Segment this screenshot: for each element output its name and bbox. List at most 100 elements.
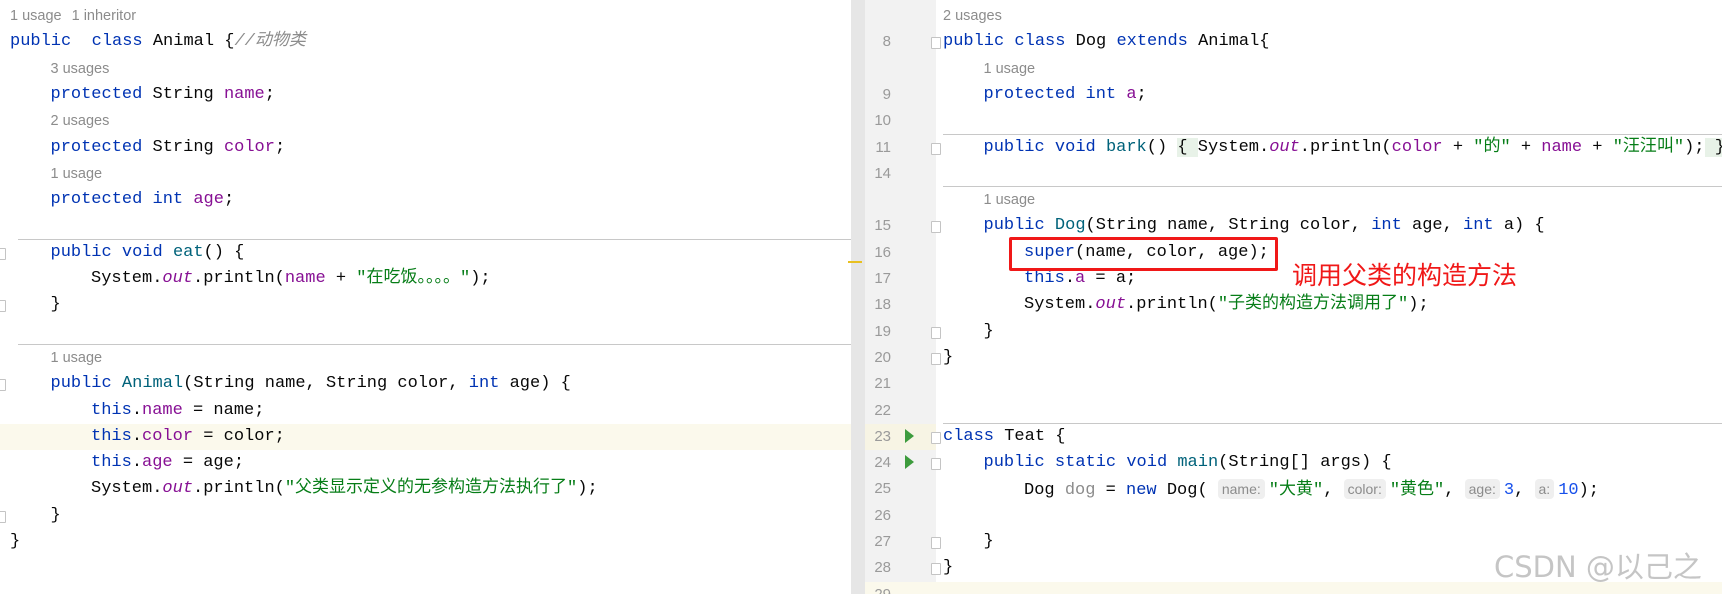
fold-marker-icon[interactable]: [0, 379, 6, 392]
usage-link[interactable]: 1 usage: [10, 8, 62, 24]
code-text[interactable]: }: [51, 292, 61, 318]
pane-splitter[interactable]: [851, 0, 865, 594]
usage-hints[interactable]: 2 usages: [51, 108, 110, 134]
editor-pane-dog[interactable]: 2 usages public class Dog extends Animal{…: [865, 0, 1722, 594]
code-text[interactable]: protected int age;: [51, 187, 235, 213]
code-token: String: [142, 137, 224, 157]
code-line[interactable]: public Animal(String name, String color,…: [0, 371, 851, 397]
usage-hints[interactable]: 2 usages: [943, 3, 1002, 29]
code-line[interactable]: protected String color;: [0, 135, 851, 161]
code-line[interactable]: }: [0, 503, 851, 529]
code-line[interactable]: this.color = color;: [0, 423, 851, 450]
usage-link[interactable]: 1 usage: [984, 61, 1036, 77]
code-text[interactable]: Dog dog = new Dog( name: "大黄", color: "黄色"…: [1024, 476, 1599, 504]
usage-link[interactable]: 1 usage: [51, 350, 103, 366]
code-line[interactable]: [0, 319, 851, 345]
code-text[interactable]: public Dog(String name, String color, in…: [984, 213, 1545, 239]
code-text[interactable]: System.out.println("父类显示定义的无参构造方法执行了");: [91, 476, 598, 502]
fold-marker-icon[interactable]: [931, 458, 941, 471]
code-line[interactable]: protected String name;: [0, 82, 851, 108]
run-icon[interactable]: [905, 428, 914, 443]
code-text[interactable]: protected int a;: [984, 82, 1147, 108]
usage-hints[interactable]: 1 usage: [51, 161, 103, 187]
code-line[interactable]: public Dog(String name, String color, in…: [865, 213, 1722, 239]
code-text[interactable]: public void bark() { System.out.println(…: [984, 135, 1722, 161]
code-text[interactable]: public static void main(String[] args) {: [984, 450, 1392, 476]
run-icon[interactable]: [905, 455, 914, 470]
code-line[interactable]: }: [865, 345, 1722, 371]
code-line[interactable]: System.out.println("父类显示定义的无参构造方法执行了");: [0, 476, 851, 502]
code-token: age,: [1401, 216, 1464, 236]
code-text[interactable]: }: [10, 529, 20, 555]
code-line[interactable]: [865, 503, 1722, 529]
line-number: 8: [882, 33, 891, 51]
code-text[interactable]: class Teat {: [943, 424, 1065, 450]
code-line[interactable]: public void bark() { System.out.println(…: [865, 135, 1722, 161]
fold-marker-icon[interactable]: [0, 300, 6, 313]
code-line[interactable]: Dog dog = new Dog( name: "大黄", color: "黄色"…: [865, 476, 1722, 502]
usage-link[interactable]: 2 usages: [943, 8, 1002, 24]
code-token: public: [50, 242, 112, 262]
code-text[interactable]: }: [984, 529, 994, 555]
code-line[interactable]: [865, 161, 1722, 187]
code-line[interactable]: protected int a;: [865, 82, 1722, 108]
code-text[interactable]: protected String color;: [51, 135, 286, 161]
code-text[interactable]: public class Animal {//动物类: [10, 29, 306, 55]
fold-marker-icon[interactable]: [0, 510, 6, 523]
code-line[interactable]: }: [0, 292, 851, 318]
code-line[interactable]: System.out.println("子类的构造方法调用了");: [865, 292, 1722, 318]
code-line[interactable]: class Teat {: [865, 424, 1722, 450]
usage-link[interactable]: 1 usage: [51, 166, 103, 182]
fold-marker-icon[interactable]: [931, 537, 941, 549]
usage-link[interactable]: 2 usages: [51, 113, 110, 129]
fold-marker-icon[interactable]: [931, 221, 941, 234]
code-line[interactable]: [865, 371, 1722, 397]
code-text[interactable]: this.name = name;: [91, 398, 264, 424]
usage-hints[interactable]: 1 usage: [51, 345, 103, 371]
usage-link[interactable]: 1 inheritor: [72, 8, 136, 24]
fold-marker-icon[interactable]: [931, 326, 941, 339]
code-text[interactable]: System.out.println("子类的构造方法调用了");: [1024, 292, 1429, 318]
code-text[interactable]: protected String name;: [51, 82, 275, 108]
usage-hints[interactable]: 3 usages: [51, 56, 110, 82]
code-line[interactable]: }: [865, 319, 1722, 345]
code-token: age) {: [499, 374, 571, 394]
code-text[interactable]: public void eat() {: [51, 240, 245, 266]
fold-marker-icon[interactable]: [931, 37, 941, 50]
usage-hints[interactable]: 1 usage: [984, 56, 1036, 82]
usage-hints[interactable]: 1 usage 1 inheritor: [10, 3, 136, 29]
code-line[interactable]: }: [0, 529, 851, 555]
code-text[interactable]: }: [984, 319, 994, 345]
usage-hint-row: 1 usage: [865, 187, 1722, 213]
fold-marker-icon[interactable]: [931, 563, 941, 576]
code-token: protected: [50, 84, 143, 104]
usage-hints[interactable]: 1 usage: [984, 187, 1036, 213]
code-token: .: [131, 426, 143, 446]
usage-link[interactable]: 3 usages: [51, 61, 110, 77]
code-line[interactable]: public class Dog extends Animal{: [865, 29, 1722, 55]
code-line[interactable]: public static void main(String[] args) {: [865, 450, 1722, 476]
fold-marker-icon[interactable]: [931, 431, 941, 444]
usage-link[interactable]: 1 usage: [984, 192, 1036, 208]
code-line[interactable]: [865, 108, 1722, 134]
code-text[interactable]: }: [943, 345, 953, 371]
editor-pane-animal[interactable]: 1 usage 1 inheritor public class Animal {/…: [0, 0, 851, 594]
fold-marker-icon[interactable]: [931, 142, 941, 155]
code-line[interactable]: [0, 213, 851, 239]
code-text[interactable]: this.age = age;: [91, 450, 244, 476]
code-line[interactable]: public void eat() {: [0, 240, 851, 266]
code-line[interactable]: this.age = age;: [0, 450, 851, 476]
code-text[interactable]: System.out.println(name + "在吃饭。。。。");: [91, 266, 491, 292]
code-line[interactable]: public class Animal {//动物类: [0, 29, 851, 55]
code-text[interactable]: public Animal(String name, String color,…: [51, 371, 571, 397]
code-line[interactable]: [865, 398, 1722, 424]
code-line[interactable]: this.name = name;: [0, 398, 851, 424]
code-text[interactable]: this.color = color;: [91, 424, 285, 450]
code-line[interactable]: System.out.println(name + "在吃饭。。。。");: [0, 266, 851, 292]
code-text[interactable]: }: [943, 555, 953, 581]
code-text[interactable]: }: [51, 503, 61, 529]
code-line[interactable]: protected int age;: [0, 187, 851, 213]
code-text[interactable]: public class Dog extends Animal{: [943, 29, 1270, 55]
fold-marker-icon[interactable]: [931, 352, 941, 365]
fold-marker-icon[interactable]: [0, 247, 6, 260]
